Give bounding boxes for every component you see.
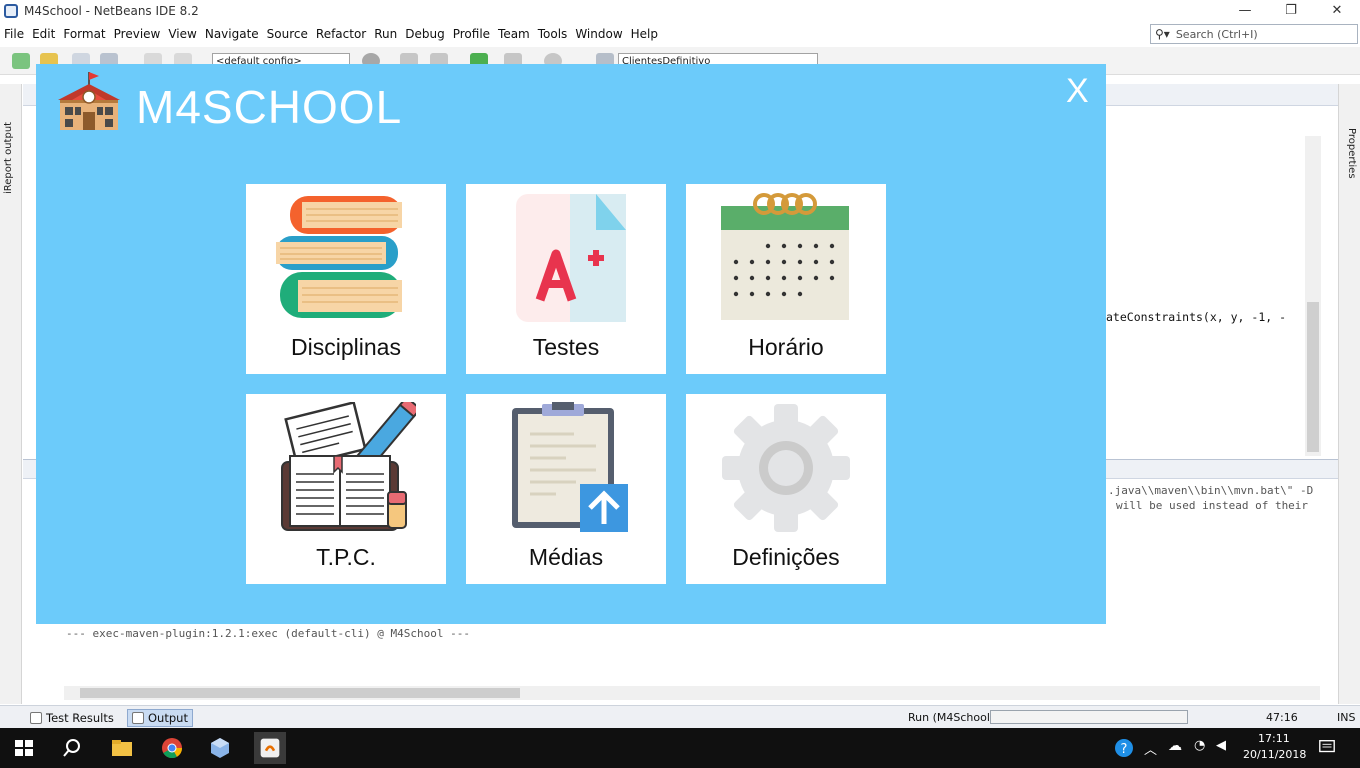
caret-position: 47:16 [1266,711,1298,724]
menu-edit[interactable]: Edit [32,27,55,41]
test-results-icon [30,712,42,724]
tile-medias[interactable]: Médias [466,394,666,584]
left-side-panel: iReport output [0,84,22,704]
output-line: --- exec-maven-plugin:1.2.1:exec (defaul… [66,627,470,640]
help-icon[interactable]: ? [1114,738,1134,761]
output-tab[interactable]: Output [127,709,193,727]
output-line: .java\\maven\\bin\\mvn.bat\" -D [1108,484,1314,497]
test-grade-icon [516,194,626,322]
code-line: ateConstraints(x, y, -1, - [1106,310,1287,324]
menu-format[interactable]: Format [63,27,105,41]
editor-scrollbar-thumb[interactable] [1307,302,1319,452]
tile-disciplinas[interactable]: Disciplinas [246,184,446,374]
app-title: M4SCHOOL [136,81,403,133]
window-title: M4School - NetBeans IDE 8.2 [24,4,199,18]
wifi-icon[interactable]: ◔ [1194,738,1205,753]
right-side-panel: Properties [1338,84,1360,704]
menu-view[interactable]: View [168,27,196,41]
netbeans-taskbar-icon[interactable] [254,732,286,764]
menu-file[interactable]: File [4,27,24,41]
tile-label: Definições [732,544,840,570]
tile-label: Horário [748,334,824,360]
menu-team[interactable]: Team [498,27,530,41]
virtualbox-icon[interactable] [208,736,232,760]
calendar-icon [721,193,849,320]
menu-run[interactable]: Run [374,27,397,41]
ireport-output-tab[interactable]: iReport output [3,122,14,194]
close-window-button[interactable]: ✕ [1314,0,1360,22]
properties-tab[interactable]: Properties [1346,128,1357,179]
menu-source[interactable]: Source [267,27,308,41]
chrome-icon[interactable] [160,736,184,760]
run-status-label: Run (M4School) [908,711,995,724]
school-logo-icon [58,72,120,130]
test-results-label: Test Results [46,711,114,725]
search-placeholder: Search (Ctrl+I) [1175,27,1258,41]
menu-profile[interactable]: Profile [453,27,490,41]
minimize-button[interactable]: — [1222,0,1268,22]
title-bar: M4School - NetBeans IDE 8.2 — ❐ ✕ [0,0,1360,22]
netbeans-icon [4,4,18,18]
window-controls: — ❐ ✕ [1222,0,1360,22]
cloud-icon[interactable]: ☁ [1168,738,1182,754]
status-bar: Test Results Output Run (M4School) 47:16… [0,705,1360,728]
menu-debug[interactable]: Debug [405,27,444,41]
ide-search-input[interactable]: ⚲▾ Search (Ctrl+I) [1150,24,1358,44]
tile-horario[interactable]: Horário [686,184,886,374]
tile-label: T.P.C. [316,544,376,570]
windows-start-icon[interactable] [12,736,36,760]
tile-definicoes[interactable]: Definições [686,394,886,584]
windows-taskbar: ? ︿ ☁ ◔ ◀ 17:11 20/11/2018 [0,728,1360,768]
books-icon [276,196,402,318]
clipboard-upload-icon [512,402,628,532]
menu-refactor[interactable]: Refactor [316,27,366,41]
menu-preview[interactable]: Preview [114,27,161,41]
tile-label: Testes [532,334,600,360]
insert-mode: INS [1337,711,1356,724]
maximize-button[interactable]: ❐ [1268,0,1314,22]
menu-tools[interactable]: Tools [538,27,568,41]
tile-label: Médias [528,544,604,570]
output-line: will be used instead of their [1116,499,1309,512]
clock-time[interactable]: 17:11 [1258,732,1290,745]
output-hscrollbar-thumb[interactable] [80,688,520,698]
run-progress-bar [990,710,1188,724]
m4school-window: M4SCHOOL X Disciplinas Testes Horário T.… [36,64,1106,624]
menu-navigate[interactable]: Navigate [205,27,259,41]
volume-icon[interactable]: ◀ [1216,738,1226,753]
tile-label: Disciplinas [291,334,401,360]
homework-icon [281,402,416,531]
clock-date[interactable]: 20/11/2018 [1243,748,1306,761]
menu-window[interactable]: Window [575,27,622,41]
chevron-up-icon[interactable]: ︿ [1144,739,1157,758]
svg-text:?: ? [1121,742,1128,757]
notifications-icon[interactable] [1318,738,1336,759]
new-file-icon[interactable] [12,53,30,69]
gear-icon [722,404,850,532]
menu-help[interactable]: Help [631,27,658,41]
file-explorer-icon[interactable] [110,736,134,760]
tile-tpc[interactable]: T.P.C. [246,394,446,584]
tile-testes[interactable]: Testes [466,184,666,374]
close-button[interactable]: X [1066,72,1089,111]
output-icon [132,712,144,724]
search-icon[interactable] [60,736,84,760]
output-tab-label: Output [148,711,188,725]
test-results-tab[interactable]: Test Results [26,709,118,727]
search-icon: ⚲▾ [1155,27,1170,41]
